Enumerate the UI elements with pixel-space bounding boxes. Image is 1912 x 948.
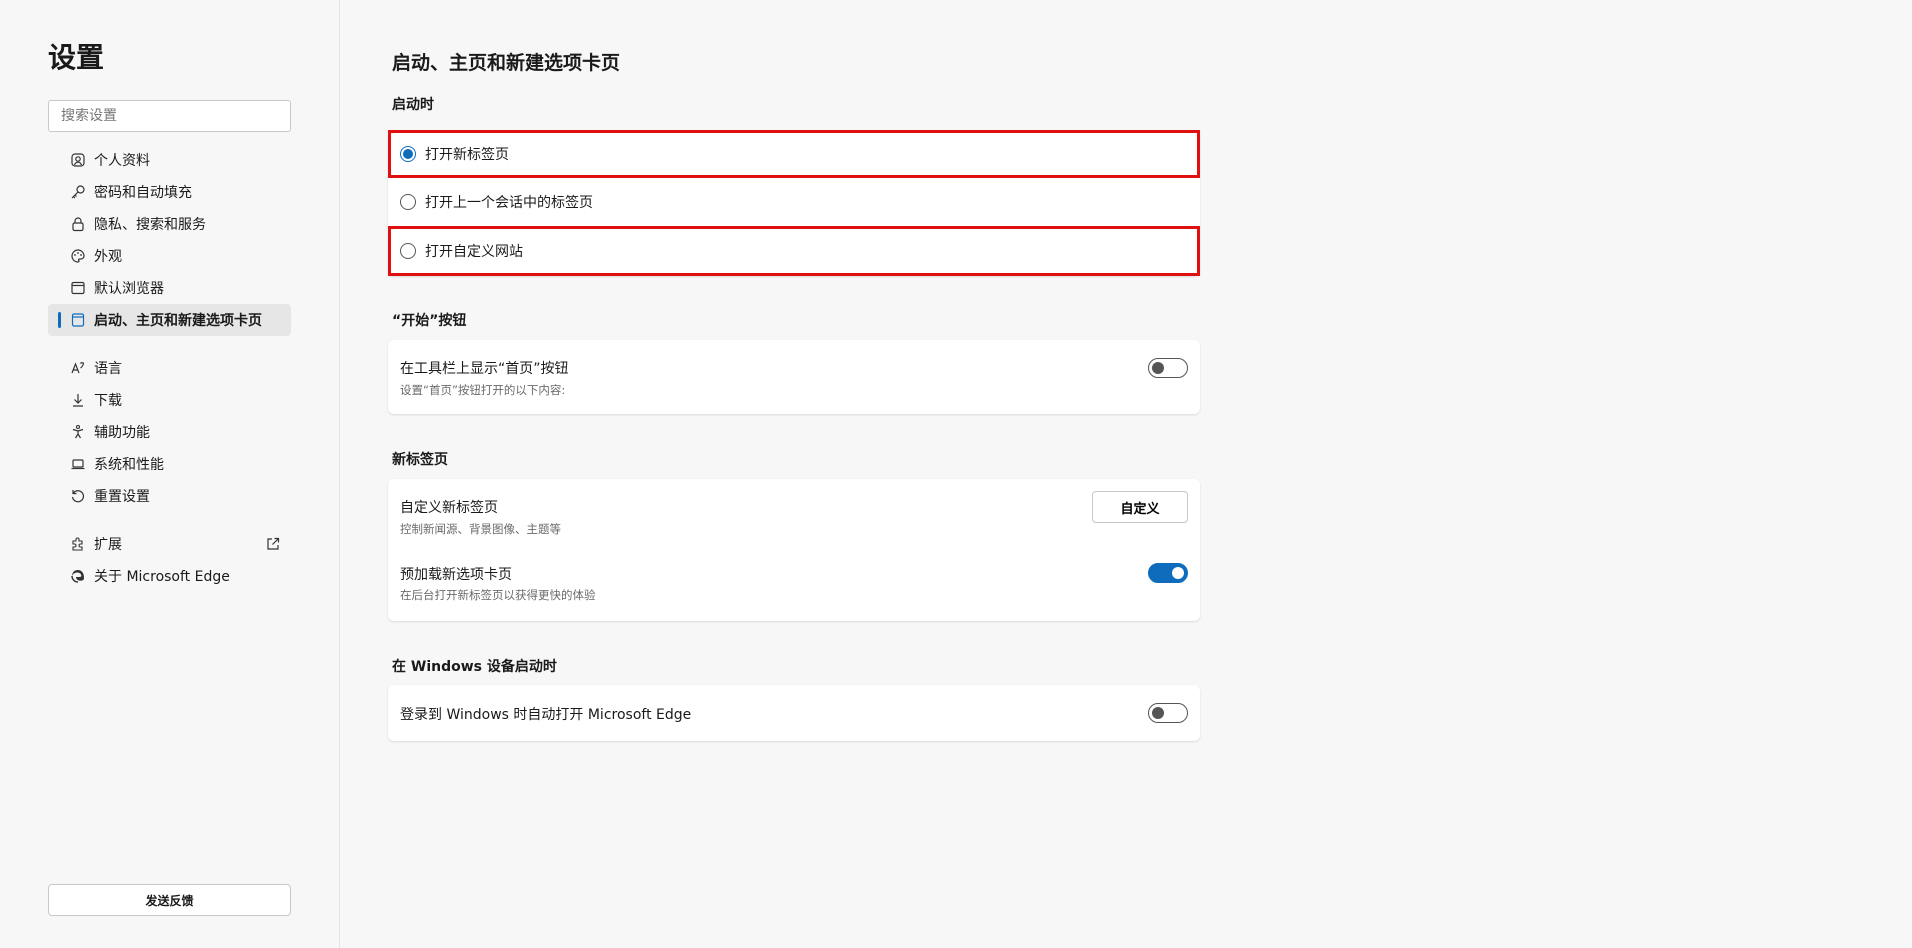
section-label-home-button: “开始”按钮	[392, 313, 467, 329]
customize-new-tab-subtitle: 控制新闻源、背景图像、主题等	[400, 522, 561, 536]
sidebar-item-label: 个人资料	[94, 153, 150, 169]
windows-startup-title: 登录到 Windows 时自动打开 Microsoft Edge	[400, 707, 692, 723]
radio-button[interactable]	[400, 194, 416, 210]
sidebar-item-default-browser[interactable]: 默认浏览器	[48, 272, 291, 304]
sidebar-item-label: 下载	[94, 393, 122, 409]
radio-label: 打开自定义网站	[425, 244, 523, 260]
sidebar-item-label: 重置设置	[94, 489, 150, 505]
download-icon	[70, 392, 86, 408]
sidebar-item-language[interactable]: 语言	[48, 352, 291, 384]
sidebar-item-accessibility[interactable]: 辅助功能	[48, 416, 291, 448]
radio-button-checked[interactable]	[400, 146, 416, 162]
preload-new-tab-toggle[interactable]	[1148, 563, 1188, 583]
section-label-windows-startup: 在 Windows 设备启动时	[392, 659, 557, 675]
sidebar-item-label: 隐私、搜索和服务	[94, 217, 206, 233]
profile-icon	[70, 152, 86, 168]
page-title: 启动、主页和新建选项卡页	[392, 52, 621, 74]
startup-options-card: 打开新标签页 打开上一个会话中的标签页 打开自定义网站	[388, 130, 1200, 276]
sidebar-item-about[interactable]: 关于 Microsoft Edge	[48, 560, 291, 592]
accessibility-icon	[70, 424, 86, 440]
sidebar-item-extensions[interactable]: 扩展	[48, 528, 291, 560]
section-label-new-tab: 新标签页	[392, 452, 448, 468]
sidebar-item-label: 启动、主页和新建选项卡页	[94, 313, 262, 329]
sidebar-item-passwords[interactable]: 密码和自动填充	[48, 176, 291, 208]
extension-icon	[70, 536, 86, 552]
sidebar-item-reset[interactable]: 重置设置	[48, 480, 291, 512]
sidebar-nav: 个人资料 密码和自动填充 隐私、搜索和服务 外观 默认浏览器 启动、主页和新建选…	[48, 144, 291, 592]
home-button-subtitle: 设置“首页”按钮打开的以下内容:	[400, 383, 566, 397]
language-icon	[70, 360, 86, 376]
key-icon	[70, 184, 86, 200]
new-tab-card: 自定义新标签页 控制新闻源、背景图像、主题等 自定义 预加载新选项卡页 在后台打…	[388, 479, 1200, 621]
radio-button[interactable]	[400, 243, 416, 259]
sidebar-item-appearance[interactable]: 外观	[48, 240, 291, 272]
home-page-icon	[70, 312, 86, 328]
edge-icon	[70, 568, 86, 584]
sidebar-title: 设置	[48, 41, 105, 74]
sidebar-item-system[interactable]: 系统和性能	[48, 448, 291, 480]
sidebar-item-label: 默认浏览器	[94, 281, 164, 297]
radio-open-new-tab[interactable]: 打开新标签页	[388, 130, 1200, 178]
lock-icon	[70, 216, 86, 232]
preload-new-tab-subtitle: 在后台打开新标签页以获得更快的体验	[400, 588, 596, 602]
radio-open-custom-sites[interactable]: 打开自定义网站	[388, 226, 1200, 276]
radio-label: 打开上一个会话中的标签页	[425, 195, 593, 211]
toggle-knob	[1172, 567, 1184, 579]
section-label-startup: 启动时	[392, 97, 434, 113]
palette-icon	[70, 248, 86, 264]
sidebar: 设置 个人资料 密码和自动填充 隐私、搜索和服务 外观	[0, 0, 340, 948]
sidebar-item-privacy[interactable]: 隐私、搜索和服务	[48, 208, 291, 240]
customize-button[interactable]: 自定义	[1092, 491, 1188, 523]
home-button-card: 在工具栏上显示“首页”按钮 设置“首页”按钮打开的以下内容:	[388, 340, 1200, 414]
laptop-icon	[70, 456, 86, 472]
nav-divider	[48, 336, 291, 352]
sidebar-item-downloads[interactable]: 下载	[48, 384, 291, 416]
radio-open-previous-session[interactable]: 打开上一个会话中的标签页	[388, 178, 1200, 226]
reset-icon	[70, 488, 86, 504]
home-button-title: 在工具栏上显示“首页”按钮	[400, 361, 569, 377]
sidebar-item-label: 密码和自动填充	[94, 185, 192, 201]
windows-startup-toggle[interactable]	[1148, 703, 1188, 723]
nav-divider	[48, 512, 291, 528]
browser-icon	[70, 280, 86, 296]
sidebar-item-startup[interactable]: 启动、主页和新建选项卡页	[48, 304, 291, 336]
radio-label: 打开新标签页	[425, 147, 509, 163]
sidebar-item-label: 关于 Microsoft Edge	[94, 569, 230, 585]
sidebar-item-label: 扩展	[94, 537, 122, 553]
sidebar-item-label: 辅助功能	[94, 425, 150, 441]
search-input[interactable]	[48, 100, 291, 132]
external-link-icon	[265, 536, 281, 552]
send-feedback-button[interactable]: 发送反馈	[48, 884, 291, 916]
toggle-knob	[1152, 362, 1164, 374]
preload-new-tab-title: 预加载新选项卡页	[400, 567, 512, 583]
customize-new-tab-title: 自定义新标签页	[400, 500, 498, 516]
sidebar-item-label: 语言	[94, 361, 122, 377]
home-button-toggle[interactable]	[1148, 358, 1188, 378]
windows-startup-card: 登录到 Windows 时自动打开 Microsoft Edge	[388, 685, 1200, 741]
toggle-knob	[1152, 707, 1164, 719]
sidebar-item-label: 外观	[94, 249, 122, 265]
sidebar-item-profile[interactable]: 个人资料	[48, 144, 291, 176]
sidebar-item-label: 系统和性能	[94, 457, 164, 473]
